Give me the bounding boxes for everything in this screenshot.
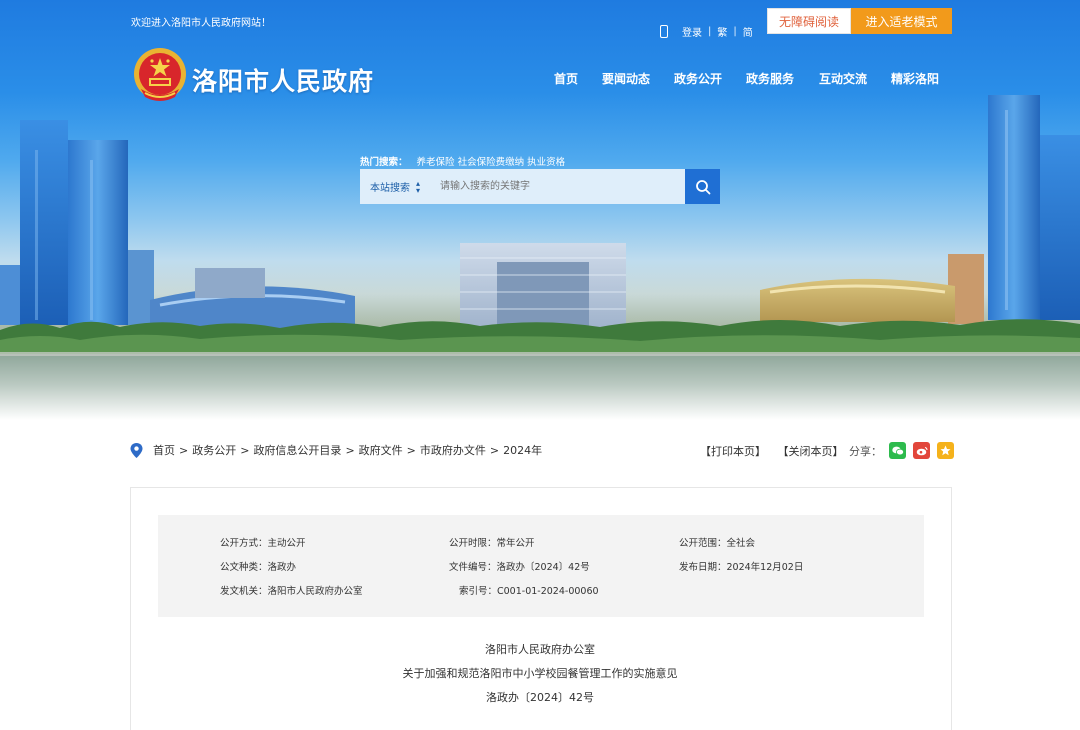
breadcrumb-item[interactable]: 首页 (153, 442, 175, 458)
meta-disclosure-period: 公开时限：常年公开 (449, 538, 535, 549)
breadcrumb-item[interactable]: 2024年 (503, 442, 542, 458)
qzone-icon[interactable] (937, 442, 954, 459)
nav-luoyang[interactable]: 精彩洛阳 (891, 70, 939, 87)
traditional-chinese-link[interactable]: 繁 (717, 24, 727, 39)
nav-home[interactable]: 首页 (554, 70, 578, 87)
meta-disclosure-scope: 公开范围：全社会 (679, 538, 756, 549)
meta-disclosure-method: 公开方式：主动公开 (220, 538, 306, 549)
document-title: 关于加强和规范洛阳市中小学校园餐管理工作的实施意见 (402, 667, 678, 680)
document-number: 洛政办〔2024〕42号 (486, 691, 594, 704)
nav-government-affairs[interactable]: 政务公开 (674, 70, 722, 87)
wechat-icon[interactable] (889, 442, 906, 459)
search-button[interactable] (685, 169, 720, 204)
meta-document-number: 文件编号：洛政办〔2024〕42号 (449, 562, 590, 573)
header-banner: 欢迎进入洛阳市人民政府网站！ 登录 | 繁 | 简 无障碍阅读 进入适老模式 洛… (0, 0, 1080, 420)
sort-arrows-icon: ▴ ▾ (416, 178, 421, 195)
breadcrumb-separator: > (489, 443, 500, 457)
document-issuer: 洛阳市人民政府办公室 (485, 643, 595, 656)
weibo-icon[interactable] (913, 442, 930, 459)
breadcrumb-item[interactable]: 政府文件 (359, 442, 403, 458)
document-metadata-panel: 公开方式：主动公开 公开时限：常年公开 公开范围：全社会 公文种类：洛政办 文件… (158, 515, 924, 617)
search-scope-select[interactable]: 本站搜索 ▴ ▾ (360, 179, 432, 194)
hot-search: 热门搜索： 养老保险 社会保险费缴纳 执业资格 (360, 154, 565, 168)
share-bar: 分享： (849, 442, 954, 459)
close-page-link[interactable]: 【关闭本页】 (778, 445, 844, 458)
breadcrumb-separator: > (240, 443, 250, 457)
national-emblem-logo (134, 48, 186, 101)
breadcrumb-separator: > (179, 443, 189, 457)
page-operations: 【打印本页】 【关闭本页】 (700, 443, 852, 459)
elder-mode-button[interactable]: 进入适老模式 (851, 8, 952, 34)
search-bar: 本站搜索 ▴ ▾ (360, 169, 720, 204)
location-pin-icon (130, 442, 143, 458)
divider: | (708, 26, 712, 37)
meta-publish-date: 发布日期：2024年12月02日 (679, 562, 804, 573)
nav-government-services[interactable]: 政务服务 (746, 70, 794, 87)
divider: | (733, 26, 737, 37)
breadcrumb-item[interactable]: 政务公开 (192, 442, 236, 458)
breadcrumb-item[interactable]: 市政府办文件 (420, 442, 486, 458)
site-title[interactable]: 洛阳市人民政府 (192, 62, 374, 98)
breadcrumb: 首页 > 政务公开 > 政府信息公开目录 > 政府文件 > 市政府办文件 > 2024年 (130, 442, 542, 458)
print-page-link[interactable]: 【打印本页】 (700, 445, 766, 458)
breadcrumb-separator: > (345, 443, 355, 457)
login-link[interactable]: 登录 (682, 24, 702, 39)
meta-index-number: 索引号：C001-01-2024-00060 (459, 586, 599, 597)
hot-search-term[interactable]: 执业资格 (527, 157, 565, 168)
hot-search-term[interactable]: 养老保险 (417, 157, 455, 168)
top-toolbar: 登录 | 繁 | 简 (660, 24, 753, 39)
simplified-chinese-link[interactable]: 简 (743, 24, 753, 39)
breadcrumb-item[interactable]: 政府信息公开目录 (253, 442, 341, 458)
search-input[interactable] (432, 169, 685, 204)
nav-news[interactable]: 要闻动态 (602, 70, 650, 87)
share-label: 分享： (849, 444, 882, 458)
meta-document-type: 公文种类：洛政办 (220, 562, 297, 573)
hot-search-term[interactable]: 社会保险费缴纳 (458, 157, 525, 168)
nav-interaction[interactable]: 互动交流 (819, 70, 867, 87)
welcome-text: 欢迎进入洛阳市人民政府网站！ (131, 18, 271, 29)
mobile-phone-icon[interactable] (660, 25, 668, 38)
search-icon (695, 179, 710, 194)
meta-issuing-agency: 发文机关：洛阳市人民政府办公室 (220, 586, 363, 597)
accessible-reading-button[interactable]: 无障碍阅读 (767, 8, 851, 34)
hot-search-label: 热门搜索： (360, 157, 408, 168)
search-scope-label: 本站搜索 (370, 183, 410, 194)
breadcrumb-separator: > (406, 443, 416, 457)
